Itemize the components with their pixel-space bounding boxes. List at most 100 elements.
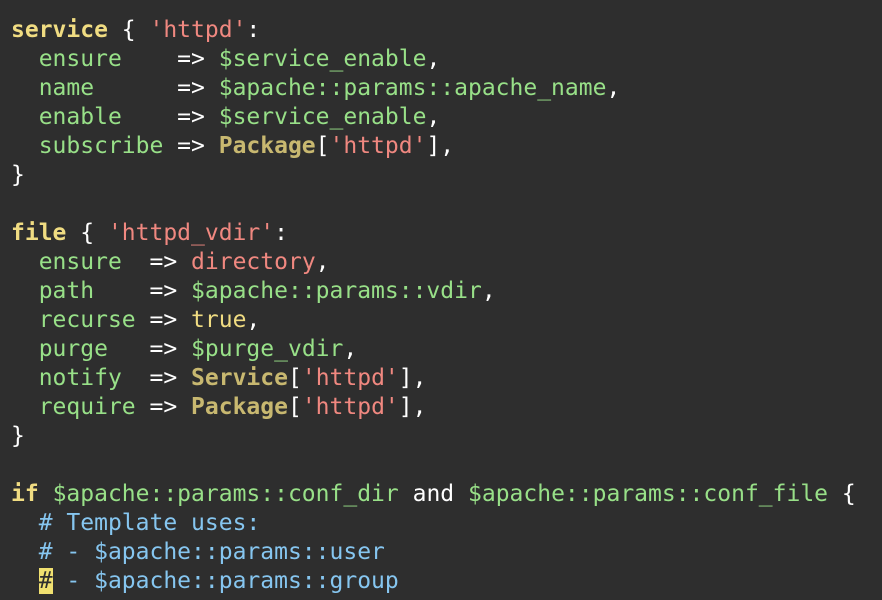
code-line: ensure => directory, — [11, 248, 882, 277]
code-token: => — [135, 307, 192, 333]
code-token: name — [38, 75, 95, 101]
code-token: $apache::params::vdir — [191, 278, 482, 304]
code-token: notify — [38, 365, 122, 391]
code-token: 'httpd' — [149, 17, 247, 43]
code-editor[interactable]: service { 'httpd': ensure => $service_en… — [0, 0, 882, 600]
code-token: { — [828, 481, 856, 507]
code-token: 'httpd' — [329, 133, 427, 159]
code-token: recurse — [38, 307, 136, 333]
code-token: service — [11, 17, 108, 43]
code-token: [ — [287, 365, 302, 391]
code-token: : — [274, 220, 288, 246]
code-token: => — [121, 46, 219, 72]
code-token: => — [94, 278, 192, 304]
code-token: => — [94, 75, 219, 101]
code-token: path — [38, 278, 95, 304]
code-token: # - $apache::params::user — [38, 539, 385, 565]
code-token: enable — [38, 104, 122, 130]
code-token: require — [38, 394, 136, 420]
code-token: $purge_vdir — [191, 336, 344, 362]
code-token: , — [343, 336, 358, 362]
code-token: $service_enable — [218, 46, 427, 72]
code-token: } — [11, 162, 25, 188]
code-token: ensure — [38, 46, 122, 72]
code-token: file — [11, 220, 67, 246]
text-cursor: # — [38, 568, 53, 594]
code-token: => — [121, 365, 192, 391]
code-token: => — [135, 394, 192, 420]
code-token: and — [398, 481, 468, 507]
code-token: if — [11, 481, 39, 507]
code-token: , — [481, 278, 496, 304]
code-token: Service — [191, 365, 288, 391]
code-token: => — [121, 104, 219, 130]
code-line: # - $apache::params::user — [11, 538, 882, 567]
code-token: 'httpd' — [301, 394, 399, 420]
code-token: $service_enable — [218, 104, 427, 130]
code-token: Package — [218, 133, 316, 159]
code-token: , — [426, 46, 441, 72]
code-token: [ — [287, 394, 302, 420]
code-line: if $apache::params::conf_dir and $apache… — [11, 480, 882, 509]
code-token: ensure — [38, 249, 122, 275]
code-token: - $apache::params::group — [52, 568, 399, 594]
code-token: $apache::params::apache_name — [218, 75, 607, 101]
code-token: [ — [315, 133, 330, 159]
code-token: , — [246, 307, 261, 333]
code-token: : — [246, 17, 261, 43]
code-line: service { 'httpd': — [11, 16, 882, 45]
code-token: $apache::params::conf_file — [468, 481, 829, 507]
code-line: notify => Service['httpd'], — [11, 364, 882, 393]
code-line: require => Package['httpd'], — [11, 393, 882, 422]
code-line: file { 'httpd_vdir': — [11, 219, 882, 248]
code-line: subscribe => Package['httpd'], — [11, 132, 882, 161]
code-token: purge — [38, 336, 108, 362]
code-line: } — [11, 422, 882, 451]
code-token: ], — [426, 133, 455, 159]
code-line: ensure => $service_enable, — [11, 45, 882, 74]
code-token: => — [107, 336, 192, 362]
code-line: purge => $purge_vdir, — [11, 335, 882, 364]
code-token: => — [163, 133, 219, 159]
code-token: ], — [398, 394, 427, 420]
code-line: } — [11, 161, 882, 190]
code-token: 'httpd_vdir' — [107, 220, 275, 246]
code-token: => — [121, 249, 192, 275]
code-token: , — [606, 75, 621, 101]
code-token: Package — [191, 394, 288, 420]
code-line: name => $apache::params::apache_name, — [11, 74, 882, 103]
code-token: ], — [398, 365, 427, 391]
code-line: recurse => true, — [11, 306, 882, 335]
code-line: # Template uses: — [11, 509, 882, 538]
code-token: true — [191, 307, 247, 333]
code-token: subscribe — [38, 133, 164, 159]
code-token: { — [66, 220, 108, 246]
code-token: { — [107, 17, 150, 43]
code-token: } — [11, 423, 25, 449]
code-token: directory — [191, 249, 316, 275]
code-token: 'httpd' — [301, 365, 399, 391]
code-line: path => $apache::params::vdir, — [11, 277, 882, 306]
code-token: $apache::params::conf_dir — [52, 481, 399, 507]
code-line: # - $apache::params::group — [11, 567, 882, 596]
code-token: # Template uses: — [38, 510, 261, 536]
code-token: , — [426, 104, 441, 130]
code-line: enable => $service_enable, — [11, 103, 882, 132]
code-token: , — [315, 249, 330, 275]
